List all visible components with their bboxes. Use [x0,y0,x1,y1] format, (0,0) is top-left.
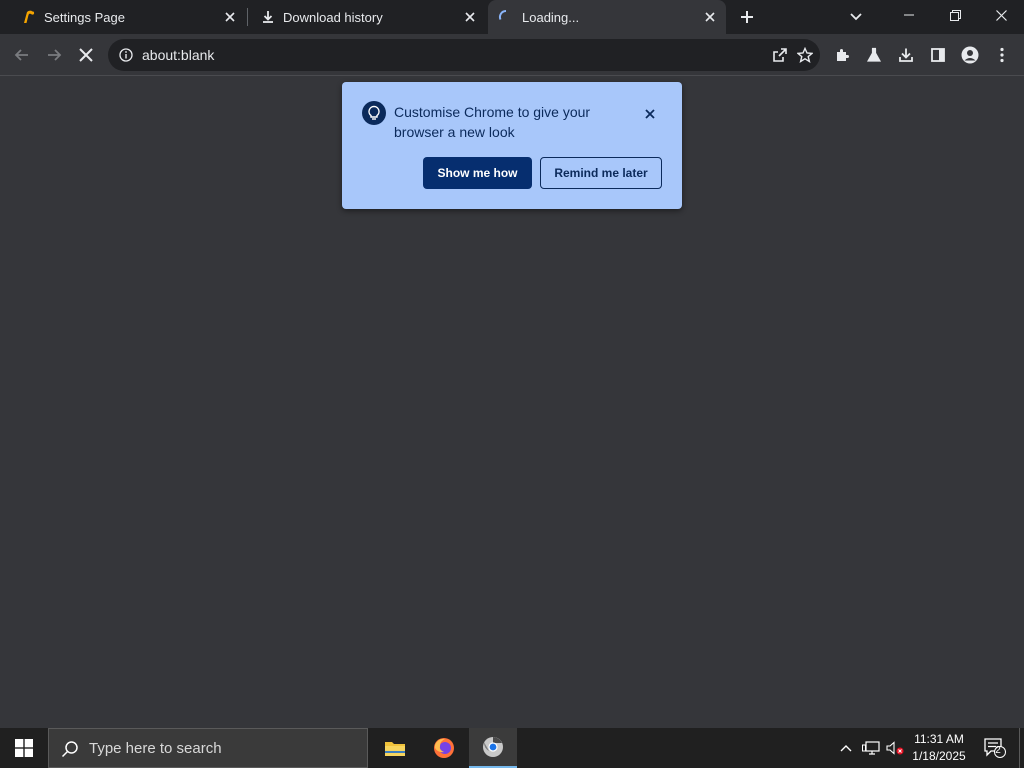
show-hidden-icons-button[interactable] [836,728,856,768]
bubble-message: Customise Chrome to give your browser a … [394,104,591,140]
avatar-icon [961,46,979,64]
menu-button[interactable] [988,41,1016,69]
download-icon [899,48,913,62]
show-desktop-button[interactable] [1019,728,1024,768]
flask-icon [866,47,882,62]
speaker-muted-icon [886,741,904,755]
tab-title: Download history [283,10,383,25]
close-icon [995,9,1007,21]
windows-logo-icon [15,739,33,757]
tab-download-history[interactable]: Download history [248,0,486,34]
address-bar[interactable]: about:blank [108,39,820,71]
network-icon [862,741,880,755]
chrome-dev-icon [483,737,503,757]
remind-me-later-button[interactable]: Remind me later [540,157,662,189]
close-icon [645,109,655,119]
new-tab-button[interactable] [733,3,761,31]
bookmark-star-icon[interactable] [796,46,814,63]
volume-button[interactable] [884,728,906,768]
taskbar-clock[interactable]: 11:31 AM 1/18/2025 [906,731,972,765]
lightbulb-icon [362,101,386,125]
side-panel-icon [931,48,945,62]
close-window-button[interactable] [978,0,1024,30]
tab-close-icon[interactable] [462,9,478,25]
file-explorer-button[interactable] [371,728,419,768]
tab-loading[interactable]: Loading... [488,0,726,34]
chevron-down-icon [850,13,862,21]
chrome-taskbar-button[interactable] [469,728,517,768]
arrow-right-icon [48,49,62,61]
kebab-menu-icon [1000,47,1004,63]
arrow-left-icon [14,49,28,61]
stop-icon [79,48,93,62]
restore-button[interactable] [932,0,978,30]
rapid-logo-icon [20,9,36,25]
tab-strip: Settings Page Download history Loading..… [0,0,1024,34]
taskbar-search-box[interactable]: Type here to search [48,728,368,768]
tab-settings-page[interactable]: Settings Page [8,0,246,34]
stop-button[interactable] [72,41,100,69]
back-button[interactable] [8,41,36,69]
tab-close-icon[interactable] [702,9,718,25]
search-placeholder: Type here to search [89,740,222,757]
tab-search-button[interactable] [840,3,872,31]
tab-close-icon[interactable] [222,9,238,25]
download-icon [260,9,276,25]
tab-title: Loading... [522,10,580,25]
forward-button[interactable] [40,41,68,69]
puzzle-icon [837,49,849,61]
downloads-button[interactable] [892,41,920,69]
action-center-button[interactable]: 2 [980,728,1010,768]
minimize-icon [904,14,914,16]
clock-date: 1/18/2025 [912,749,966,763]
url-text[interactable]: about:blank [142,47,214,63]
firefox-button[interactable] [420,728,468,768]
search-icon [61,740,79,758]
network-button[interactable] [860,728,882,768]
side-panel-button[interactable] [924,41,952,69]
browser-toolbar: about:blank [0,34,1024,76]
start-button[interactable] [0,728,48,768]
bubble-close-button[interactable] [640,104,660,124]
minimize-button[interactable] [886,0,932,30]
labs-button[interactable] [860,41,888,69]
plus-icon [741,11,753,23]
firefox-icon [434,738,454,758]
folder-icon [385,742,405,756]
windows-taskbar: Type here to search 11:31 AM 1/18/2025 2 [0,728,1024,768]
tab-title: Settings Page [44,10,125,25]
customise-chrome-bubble: Customise Chrome to give your browser a … [342,82,682,209]
info-icon[interactable] [119,48,133,62]
chevron-up-icon [840,745,852,752]
notification-count-badge: 2 [995,745,1001,756]
loading-spinner-icon [498,9,514,25]
show-me-how-button[interactable]: Show me how [423,157,532,189]
clock-time: 11:31 AM [914,732,964,746]
share-icon[interactable] [772,47,788,63]
extensions-button[interactable] [828,41,856,69]
restore-icon [949,9,961,21]
profile-button[interactable] [956,41,984,69]
